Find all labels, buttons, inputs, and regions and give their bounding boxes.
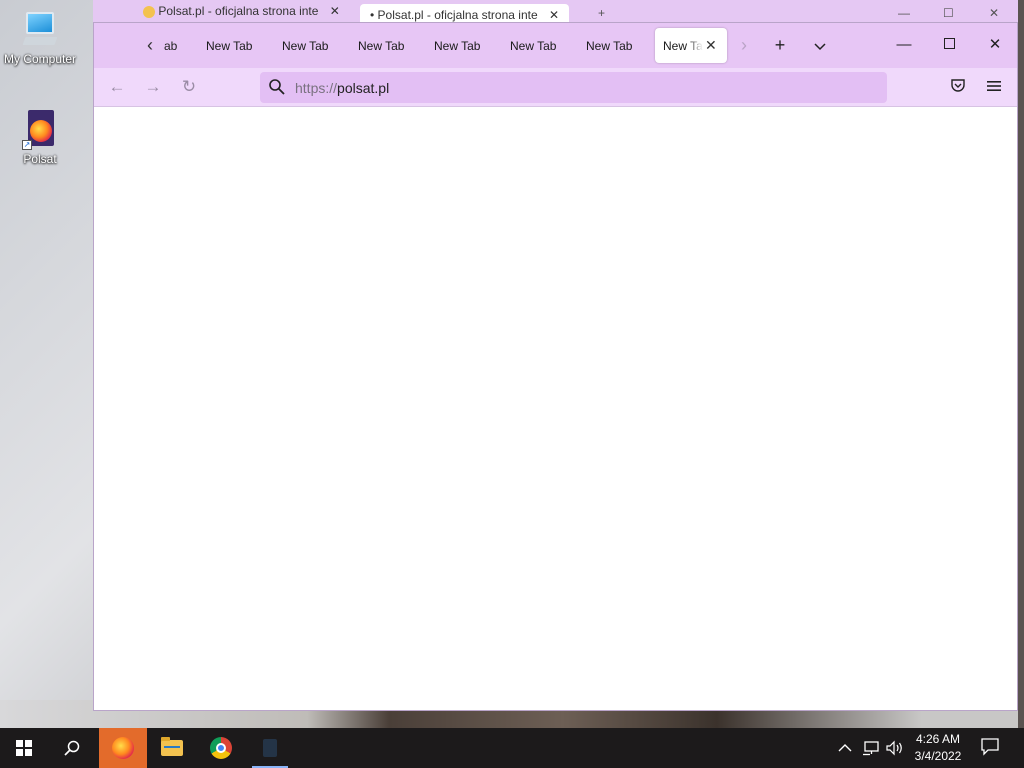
list-all-tabs-button[interactable] bbox=[809, 35, 831, 57]
app-icon bbox=[263, 739, 277, 757]
menu-button[interactable] bbox=[983, 77, 1005, 99]
desktop-icon-polsat[interactable]: ↗ Polsat bbox=[0, 110, 80, 166]
back-button[interactable]: ← bbox=[106, 77, 128, 99]
page-content[interactable] bbox=[94, 108, 1017, 710]
desktop-icon-my-computer[interactable]: My Computer bbox=[0, 10, 80, 66]
reload-button[interactable]: ↻ bbox=[178, 77, 200, 99]
minimize-button[interactable]: — bbox=[889, 35, 919, 57]
bg-tab[interactable]: Polsat.pl - oficjalna strona inte ✕ bbox=[143, 4, 340, 24]
bg-tab-label: Polsat.pl - oficjalna strona inte bbox=[377, 8, 538, 22]
tab[interactable]: New Tab bbox=[434, 39, 480, 53]
bg-tab-active[interactable]: • Polsat.pl - oficjalna strona inte ✕ bbox=[360, 4, 570, 24]
desktop-icon-label: My Computer bbox=[3, 52, 77, 66]
firefox-shortcut-icon: ↗ bbox=[20, 110, 60, 150]
taskbar-firefox[interactable] bbox=[99, 728, 147, 768]
dot-icon: • bbox=[370, 8, 375, 22]
network-button[interactable] bbox=[862, 728, 880, 768]
scroll-tabs-left-icon[interactable]: ‹ bbox=[140, 35, 160, 55]
wallpaper-edge bbox=[1018, 0, 1024, 728]
desktop-icon-label: Polsat bbox=[23, 152, 57, 166]
show-hidden-icons-button[interactable] bbox=[838, 728, 852, 768]
maximize-icon bbox=[943, 38, 955, 49]
notification-icon bbox=[981, 738, 999, 756]
tab-bar: ‹ ab New Tab New Tab New Tab New Tab New… bbox=[94, 23, 1017, 68]
url-scheme: https:// bbox=[295, 80, 338, 96]
taskbar-file-explorer[interactable] bbox=[148, 728, 196, 768]
tab[interactable]: New Tab bbox=[282, 39, 328, 53]
clock-time: 4:26 AM bbox=[915, 732, 961, 746]
search-icon bbox=[64, 740, 80, 756]
navigation-toolbar: ← → ↻ https://polsat.pl bbox=[94, 68, 1017, 107]
notifications-button[interactable] bbox=[980, 736, 1002, 758]
taskbar-chrome[interactable] bbox=[197, 728, 245, 768]
windows-icon bbox=[16, 740, 32, 756]
tab[interactable]: New Tab bbox=[206, 39, 252, 53]
taskbar: 4:26 AM 3/4/2022 bbox=[0, 728, 1024, 768]
taskbar-app[interactable] bbox=[246, 728, 294, 768]
new-tab-icon[interactable]: + bbox=[598, 6, 605, 20]
tab[interactable]: New Tab bbox=[586, 39, 632, 53]
minimize-icon[interactable]: — bbox=[898, 6, 910, 20]
tab-label: New Tab bbox=[663, 39, 703, 53]
favicon-icon bbox=[143, 5, 155, 18]
url-text[interactable]: https://polsat.pl bbox=[295, 80, 389, 96]
pocket-button[interactable] bbox=[947, 77, 969, 99]
clock[interactable]: 4:26 AM 3/4/2022 bbox=[902, 731, 974, 765]
close-tab-icon[interactable]: ✕ bbox=[705, 37, 717, 54]
forward-button[interactable]: → bbox=[142, 77, 164, 99]
browser-window: ‹ ab New Tab New Tab New Tab New Tab New… bbox=[93, 22, 1018, 711]
tab[interactable]: New Tab bbox=[358, 39, 404, 53]
search-icon bbox=[269, 79, 285, 95]
url-host: polsat.pl bbox=[337, 80, 390, 96]
background-browser-window[interactable]: Polsat.pl - oficjalna strona inte ✕ • Po… bbox=[93, 0, 1018, 24]
hamburger-icon bbox=[987, 81, 1001, 91]
maximize-icon[interactable]: ☐ bbox=[943, 6, 954, 20]
chevron-down-icon bbox=[814, 43, 826, 51]
clock-date: 3/4/2022 bbox=[914, 749, 962, 763]
folder-icon bbox=[161, 737, 183, 756]
bg-tab-label: Polsat.pl - oficjalna strona inte bbox=[158, 4, 319, 18]
close-window-icon[interactable]: ✕ bbox=[989, 6, 999, 20]
network-icon bbox=[863, 741, 879, 756]
tab-partial[interactable]: ab bbox=[164, 39, 177, 53]
shortcut-arrow-icon: ↗ bbox=[22, 140, 32, 150]
tab-active[interactable]: New Tab ✕ bbox=[655, 28, 727, 63]
chevron-up-icon bbox=[838, 744, 852, 752]
close-icon[interactable]: ✕ bbox=[330, 4, 340, 18]
chrome-icon bbox=[210, 737, 232, 759]
maximize-button[interactable] bbox=[934, 35, 964, 57]
scroll-tabs-right-icon[interactable]: › bbox=[734, 35, 754, 55]
search-button[interactable] bbox=[48, 728, 96, 768]
close-window-button[interactable]: ✕ bbox=[980, 35, 1010, 57]
address-bar[interactable]: https://polsat.pl bbox=[260, 72, 887, 103]
start-button[interactable] bbox=[0, 728, 48, 768]
new-tab-button[interactable]: + bbox=[769, 35, 791, 57]
firefox-icon bbox=[112, 737, 134, 759]
tab[interactable]: New Tab bbox=[510, 39, 556, 53]
close-icon[interactable]: ✕ bbox=[549, 8, 559, 22]
pocket-icon bbox=[951, 79, 965, 92]
computer-icon bbox=[20, 10, 60, 50]
